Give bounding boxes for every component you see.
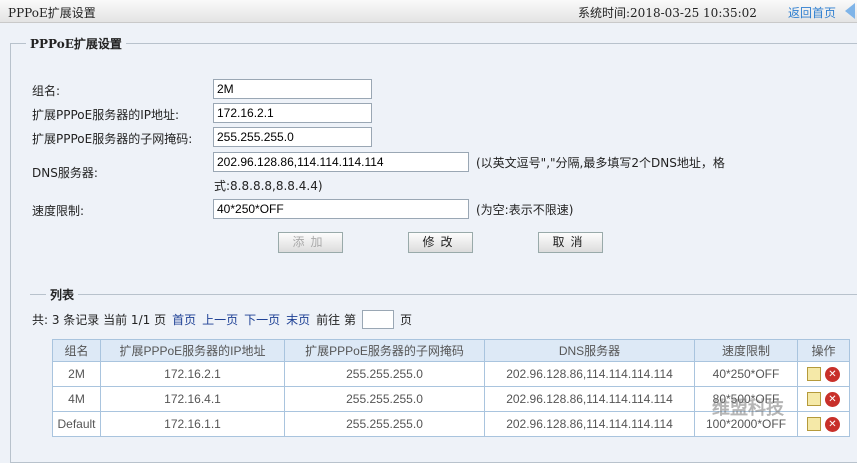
edit-icon[interactable] <box>807 367 821 382</box>
ip-input[interactable] <box>213 103 372 123</box>
cell-mask: 255.255.255.0 <box>284 361 485 387</box>
col-actions: 操作 <box>797 339 850 362</box>
list-legend: 列表 <box>46 286 79 303</box>
page-number-input[interactable] <box>361 310 394 329</box>
page-title: PPPoE扩展设置 <box>8 6 96 20</box>
dns-label: DNS服务器: <box>32 166 98 180</box>
watermark: 维盟科技 <box>712 398 784 419</box>
page-suffix: 页 <box>399 313 412 327</box>
mask-label: 扩展PPPoE服务器的子网掩码: <box>32 132 193 146</box>
first-page-link[interactable]: 首页 <box>172 311 196 328</box>
col-group: 组名 <box>52 339 101 362</box>
table-row: 2M 172.16.2.1 255.255.255.0 202.96.128.8… <box>52 361 850 387</box>
edit-icon[interactable] <box>807 417 821 432</box>
cell-mask: 255.255.255.0 <box>284 386 485 412</box>
system-time: 系统时间:2018-03-25 10:35:02 <box>578 6 757 20</box>
edit-icon[interactable] <box>807 392 821 407</box>
cell-dns: 202.96.128.86,114.114.114.114 <box>484 361 695 387</box>
modify-button[interactable]: 修改 <box>408 232 473 253</box>
pagination: 共: 3 条记录 当前 1/1 页 首页 上一页 下一页 末页 前往 第 页 <box>32 310 412 329</box>
group-input[interactable] <box>213 79 372 99</box>
delete-icon[interactable]: ✕ <box>825 391 840 407</box>
prev-page-link[interactable]: 上一页 <box>202 311 238 328</box>
record-summary: 共: 3 条记录 当前 1/1 页 <box>32 313 167 327</box>
cell-actions: ✕ <box>797 386 850 412</box>
delete-icon[interactable]: ✕ <box>825 416 840 432</box>
top-bar: PPPoE扩展设置 系统时间:2018-03-25 10:35:02 返回首页 <box>0 0 857 23</box>
table-header: 组名 扩展PPPoE服务器的IP地址 扩展PPPoE服务器的子网掩码 DNS服务… <box>52 339 850 362</box>
list-divider <box>30 294 857 295</box>
group-table: 组名 扩展PPPoE服务器的IP地址 扩展PPPoE服务器的子网掩码 DNS服务… <box>52 339 850 437</box>
col-mask: 扩展PPPoE服务器的子网掩码 <box>284 339 485 362</box>
dns-input[interactable] <box>213 152 469 172</box>
cell-actions: ✕ <box>797 361 850 387</box>
group-label: 组名: <box>32 84 61 98</box>
mask-input[interactable] <box>213 127 372 147</box>
settings-legend: PPPoE扩展设置 <box>26 35 126 52</box>
cancel-button[interactable]: 取消 <box>538 232 603 253</box>
speed-input[interactable] <box>213 199 469 219</box>
cell-ip: 172.16.4.1 <box>100 386 285 412</box>
dns-note: (以英文逗号","分隔,最多填写2个DNS地址，格 <box>476 156 725 170</box>
cell-group: 2M <box>52 361 101 387</box>
ip-label: 扩展PPPoE服务器的IP地址: <box>32 108 180 122</box>
cell-group: 4M <box>52 386 101 412</box>
last-page-link[interactable]: 末页 <box>286 311 310 328</box>
cell-dns: 202.96.128.86,114.114.114.114 <box>484 411 695 437</box>
speed-label: 速度限制: <box>32 204 85 218</box>
back-arrow-icon[interactable] <box>845 3 855 19</box>
delete-icon[interactable]: ✕ <box>825 366 840 382</box>
speed-note: (为空:表示不限速) <box>476 203 574 217</box>
col-ip: 扩展PPPoE服务器的IP地址 <box>100 339 285 362</box>
cell-speed: 40*250*OFF <box>694 361 798 387</box>
cell-actions: ✕ <box>797 411 850 437</box>
cell-ip: 172.16.1.1 <box>100 411 285 437</box>
home-link[interactable]: 返回首页 <box>788 4 836 21</box>
cell-ip: 172.16.2.1 <box>100 361 285 387</box>
col-dns: DNS服务器 <box>484 339 695 362</box>
cell-group: Default <box>52 411 101 437</box>
dns-note-2: 式:8.8.8.8,8.8.4.4) <box>214 179 323 193</box>
goto-label: 前往 第 <box>316 313 356 327</box>
cell-dns: 202.96.128.86,114.114.114.114 <box>484 386 695 412</box>
add-button[interactable]: 添加 <box>278 232 343 253</box>
col-speed: 速度限制 <box>694 339 798 362</box>
next-page-link[interactable]: 下一页 <box>244 311 280 328</box>
cell-mask: 255.255.255.0 <box>284 411 485 437</box>
